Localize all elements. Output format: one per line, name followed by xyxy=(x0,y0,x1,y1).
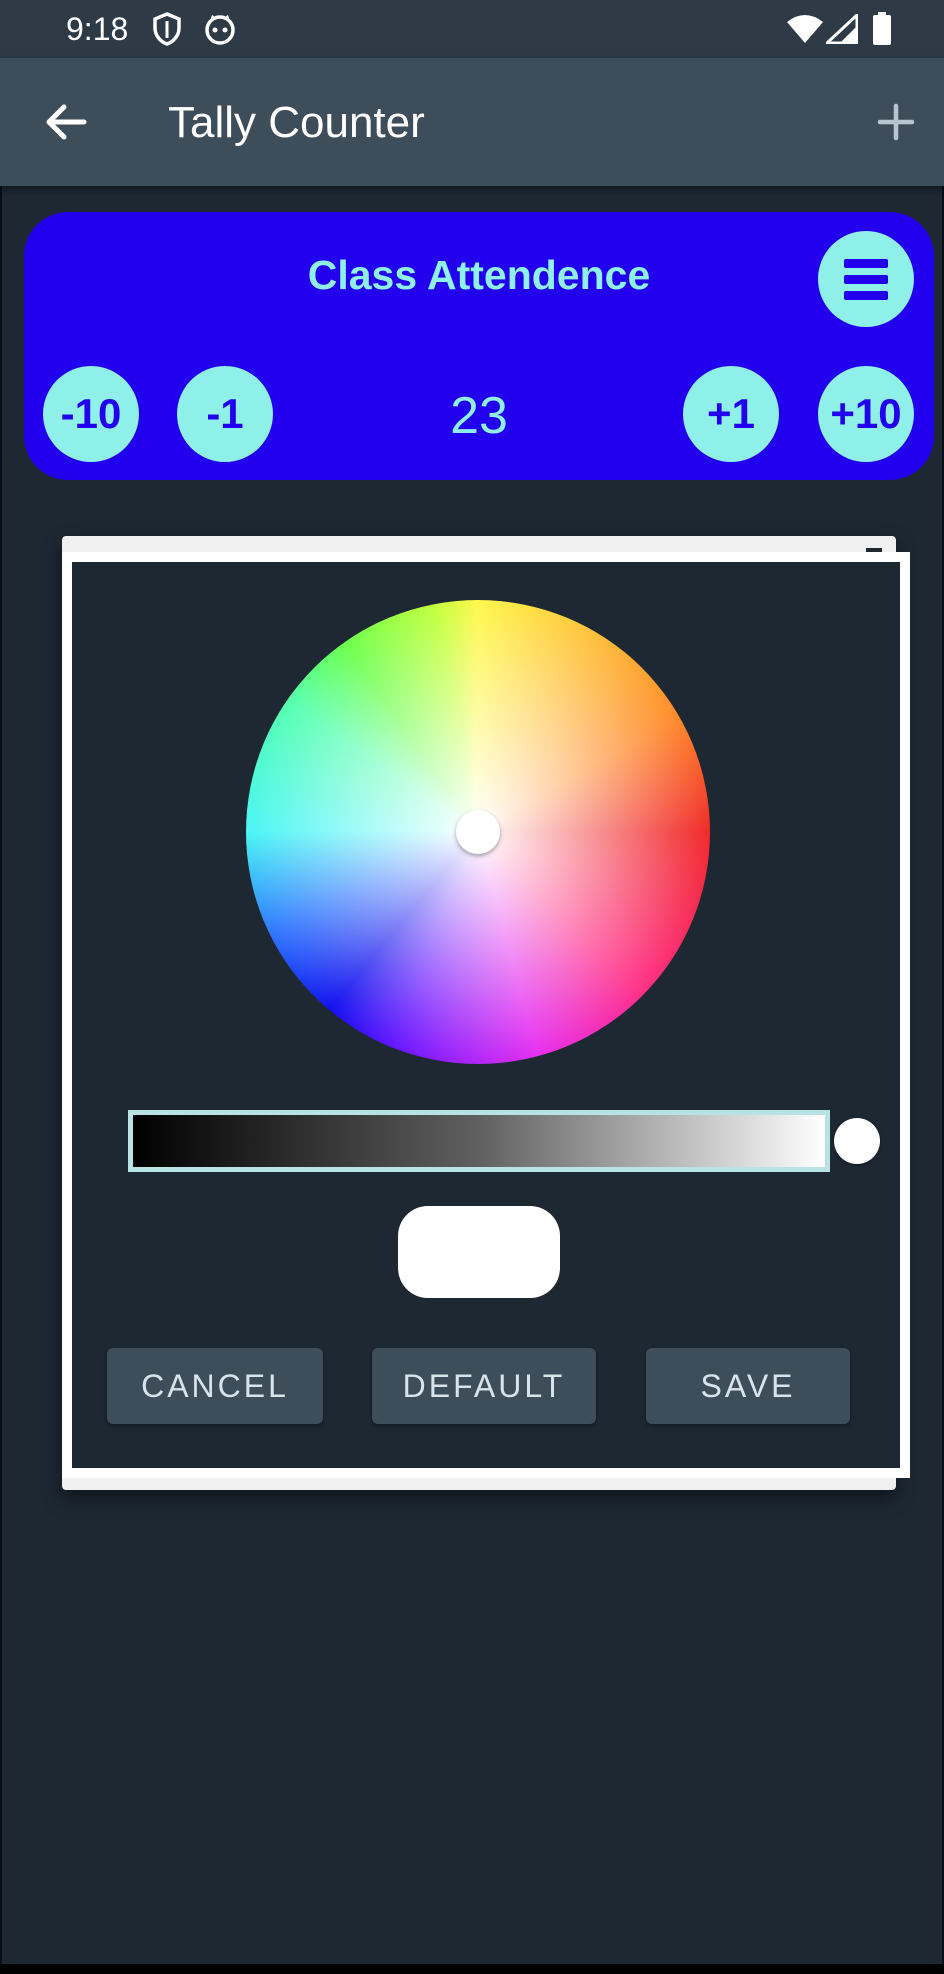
navigation-bar xyxy=(0,1964,944,1974)
counter-card: Class Attendence -10 -1 23 +1 +10 xyxy=(24,212,934,480)
color-wheel-handle[interactable] xyxy=(456,810,500,854)
wifi-icon xyxy=(786,14,824,49)
default-button[interactable]: DEFAULT xyxy=(372,1348,596,1424)
plus-icon xyxy=(877,103,915,141)
counter-value: 23 xyxy=(450,387,508,445)
back-button[interactable] xyxy=(38,92,98,152)
frame-left xyxy=(0,0,2,1974)
app-bar: Tally Counter xyxy=(0,58,944,186)
counter-name: Class Attendence xyxy=(307,252,651,298)
shield-icon xyxy=(152,12,182,51)
arrow-left-icon xyxy=(46,104,87,140)
selected-color-preview xyxy=(398,1206,560,1298)
brightness-slider[interactable] xyxy=(128,1110,830,1172)
brightness-slider-handle[interactable] xyxy=(834,1118,880,1164)
save-button[interactable]: SAVE xyxy=(646,1348,850,1424)
battery-icon xyxy=(872,12,892,51)
plus-ten-button[interactable]: +10 xyxy=(818,366,914,462)
status-bar: 9:18 xyxy=(0,0,944,58)
cat-face-icon xyxy=(204,12,236,51)
page-title: Tally Counter xyxy=(168,98,425,147)
signal-icon xyxy=(823,11,859,49)
cancel-button[interactable]: CANCEL xyxy=(107,1348,323,1424)
add-counter-button[interactable] xyxy=(866,92,926,152)
counter-menu-button[interactable] xyxy=(818,231,914,327)
plus-one-button[interactable]: +1 xyxy=(683,366,779,462)
status-time: 9:18 xyxy=(66,11,129,47)
